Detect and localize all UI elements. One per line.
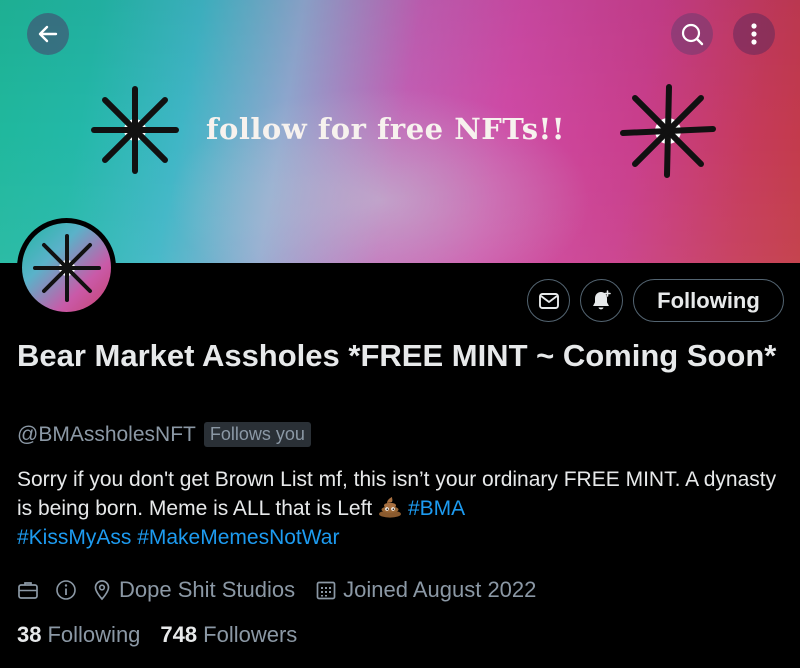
avatar-star-icon [32, 233, 101, 302]
back-button[interactable] [27, 13, 69, 55]
handle-row: @BMAssholesNFT Follows you [17, 422, 311, 447]
banner-text: follow for free NFTs!! [206, 112, 565, 146]
pile-of-poo-emoji [379, 497, 402, 518]
envelope-icon [538, 292, 559, 309]
following-button[interactable]: Following [633, 279, 784, 322]
sparkle-star-left-icon [91, 86, 179, 174]
search-icon [681, 23, 704, 46]
follows-you-badge: Follows you [203, 422, 311, 447]
user-handle: @BMAssholesNFT [17, 422, 196, 446]
message-button[interactable] [527, 279, 570, 322]
hashtag-link[interactable]: #MakeMemesNotWar [137, 526, 339, 549]
followers-label: Followers [203, 622, 298, 647]
info-icon[interactable] [55, 579, 77, 601]
location-text: Dope Shit Studios [119, 577, 296, 602]
following-label: Following [47, 622, 141, 647]
profile-bio: Sorry if you don't get Brown List mf, th… [17, 465, 777, 552]
profile-meta: Dope Shit Studios Joined August 2022 [17, 574, 536, 606]
search-button[interactable] [671, 13, 713, 55]
following-count: 38 [17, 622, 42, 647]
sparkle-star-right-icon [620, 84, 716, 178]
avatar[interactable] [17, 218, 116, 317]
display-name: Bear Market Assholes *FREE MINT ~ Coming… [17, 338, 777, 373]
hashtag-link[interactable]: #KissMyAss [17, 526, 131, 549]
profile-banner[interactable]: follow for free NFTs!! [0, 0, 800, 263]
arrow-left-icon [38, 25, 58, 43]
bell-plus-icon [592, 289, 611, 309]
followers-stat[interactable]: 748 Followers [160, 622, 297, 648]
following-stat[interactable]: 38 Following [17, 622, 140, 648]
more-options-button[interactable] [733, 13, 775, 55]
joined-date: Joined August 2022 [343, 577, 537, 602]
location-pin-icon [91, 579, 113, 601]
hashtag-link[interactable]: #BMA [408, 497, 465, 520]
notifications-button[interactable] [580, 279, 623, 322]
more-vertical-icon [751, 23, 757, 45]
followers-count: 748 [160, 622, 198, 647]
follow-stats: 38 Following 748 Followers [17, 622, 297, 648]
briefcase-icon [17, 579, 39, 601]
calendar-icon [315, 579, 337, 601]
